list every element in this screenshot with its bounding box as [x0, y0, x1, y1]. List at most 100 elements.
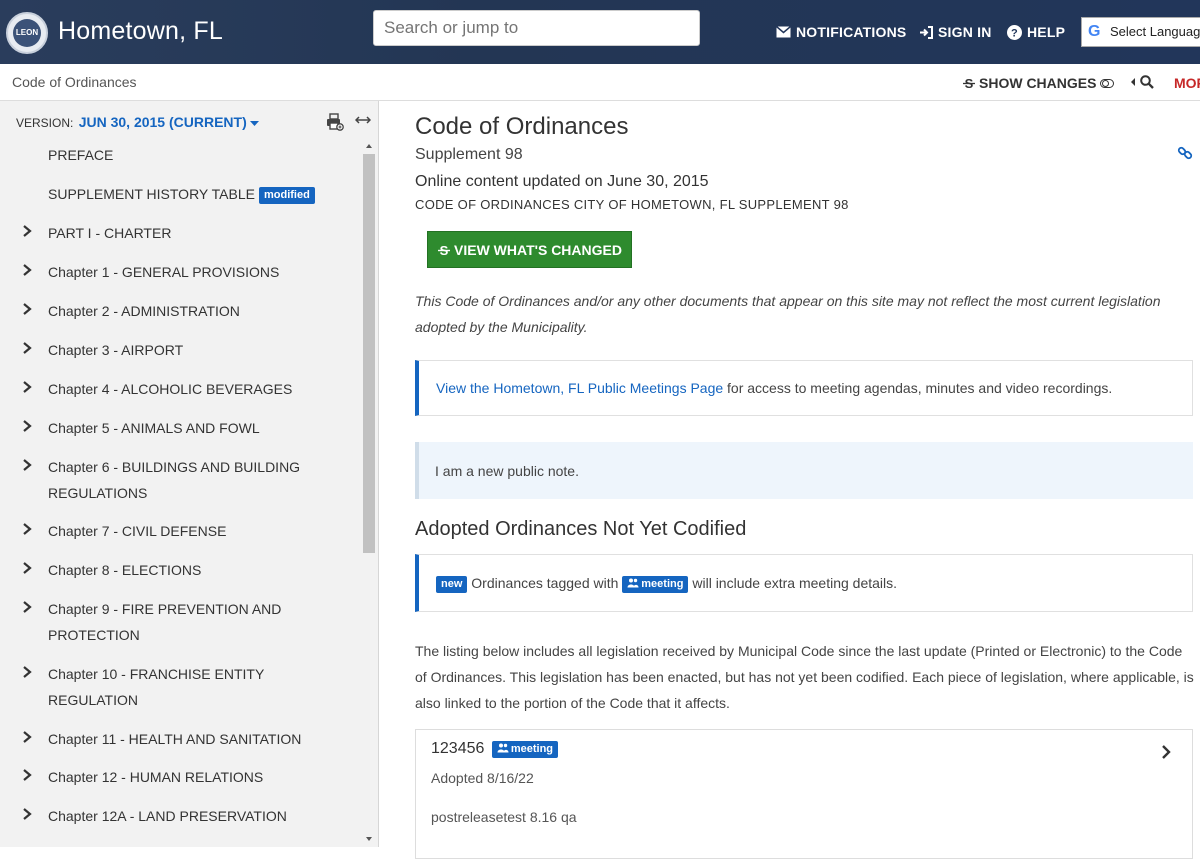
chevron-right-icon: [23, 731, 32, 743]
toc-item[interactable]: Chapter 12 - HUMAN RELATIONS: [0, 761, 360, 800]
toc-item[interactable]: Chapter 9 - FIRE PREVENTION AND PROTECTI…: [0, 593, 300, 658]
users-icon: [497, 743, 509, 753]
main-content: Code of Ordinances Supplement 98 Online …: [379, 101, 1200, 859]
toc-item-label: PART I - CHARTER: [48, 225, 172, 241]
listing-description: The listing below includes all legislati…: [415, 643, 1194, 711]
toc-item[interactable]: Chapter 11 - HEALTH AND SANITATION: [0, 723, 360, 761]
more-menu[interactable]: MORE: [1174, 75, 1200, 91]
chevron-right-icon[interactable]: [1160, 744, 1172, 760]
adopted-ordinances-heading: Adopted Ordinances Not Yet Codified: [415, 518, 747, 540]
tagged-rest-text: will include extra meeting details.: [688, 575, 898, 591]
toc-item-label: Chapter 12A - LAND PRESERVATION: [48, 808, 287, 824]
caret-down-icon: [250, 121, 260, 126]
svg-text:?: ?: [1011, 27, 1018, 39]
toc-item-label: Chapter 4 - ALCOHOLIC BEVERAGES: [48, 381, 293, 397]
toc-item-label: Chapter 5 - ANIMALS AND FOWL: [48, 420, 260, 436]
strikethrough-icon: S: [963, 76, 975, 90]
language-label: Select Language: [1110, 24, 1200, 39]
toc-item-label: SUPPLEMENT HISTORY TABLE: [48, 186, 255, 202]
toc-item[interactable]: Chapter 2 - ADMINISTRATION: [0, 295, 360, 334]
supplement-label: Supplement 98: [415, 146, 523, 163]
link-icon[interactable]: [1177, 145, 1193, 161]
expand-width-icon[interactable]: [355, 114, 371, 126]
chevron-right-icon: [23, 459, 32, 471]
toc-item[interactable]: Chapter 3 - AIRPORT: [0, 334, 360, 373]
meeting-badge: meeting: [491, 741, 559, 758]
chevron-right-icon: [23, 808, 32, 820]
chevron-right-icon: [23, 342, 32, 354]
toc-item[interactable]: Chapter 6 - BUILDINGS AND BUILDING REGUL…: [0, 451, 330, 515]
toc-item[interactable]: Chapter 4 - ALCOHOLIC BEVERAGES: [0, 373, 360, 412]
meeting-tag-callout: new Ordinances tagged with meeting will …: [415, 554, 1193, 612]
toc-item-label: Chapter 12 - HUMAN RELATIONS: [48, 769, 264, 785]
scroll-up-arrow-icon[interactable]: [366, 144, 372, 148]
toc-item-label: Chapter 2 - ADMINISTRATION: [48, 303, 240, 319]
disclaimer-text: This Code of Ordinances and/or any other…: [415, 293, 1161, 335]
help-icon: ?: [1007, 24, 1022, 40]
ordinance-number: 123456: [431, 740, 485, 757]
search-tool-button[interactable]: [1130, 75, 1154, 89]
chevron-right-icon: [23, 666, 32, 678]
search-input[interactable]: [373, 10, 700, 46]
notifications-link[interactable]: NOTIFICATIONS: [776, 24, 906, 40]
version-value: JUN 30, 2015 (CURRENT): [78, 114, 247, 130]
scrollbar-thumb[interactable]: [363, 154, 375, 553]
code-subtitle: CODE OF ORDINANCES CITY OF HOMETOWN, FL …: [415, 197, 849, 212]
chevron-right-icon: [23, 264, 32, 276]
chevron-right-icon: [23, 769, 32, 781]
view-whats-changed-button[interactable]: S VIEW WHAT'S CHANGED: [427, 231, 632, 268]
modified-badge: modified: [258, 187, 315, 204]
strikethrough-icon: S: [438, 243, 451, 257]
toc-item-label: Chapter 7 - CIVIL DEFENSE: [48, 523, 227, 539]
chevron-right-icon: [23, 601, 32, 613]
toc-item[interactable]: Chapter 5 - ANIMALS AND FOWL: [0, 412, 360, 451]
site-title[interactable]: Hometown, FL: [58, 17, 223, 46]
updated-date: Online content updated on June 30, 2015: [415, 173, 709, 190]
sub-toolbar: Code of Ordinances S SHOW CHANGES MORE: [0, 64, 1200, 101]
version-prefix: VERSION:: [16, 116, 74, 130]
print-icon[interactable]: [326, 113, 344, 131]
toc-scrollbar[interactable]: [362, 140, 376, 847]
chevron-right-icon: [23, 523, 32, 535]
toc-item[interactable]: PREFACE: [0, 139, 360, 178]
chevron-right-icon: [23, 225, 32, 237]
toc-item[interactable]: Chapter 8 - ELECTIONS: [0, 554, 360, 593]
signin-label: SIGN IN: [938, 24, 992, 40]
toc-item-label: Chapter 10 - FRANCHISE ENTITY REGULATION: [48, 666, 265, 708]
tagged-text: Ordinances tagged with: [467, 575, 623, 591]
version-selector[interactable]: VERSION: JUN 30, 2015 (CURRENT): [16, 114, 260, 130]
toc-item-label: Chapter 11 - HEALTH AND SANITATION: [48, 731, 302, 747]
new-badge: new: [436, 576, 468, 593]
envelope-icon: [776, 26, 791, 38]
meetings-callout: View the Hometown, FL Public Meetings Pa…: [415, 360, 1193, 416]
toc-item[interactable]: PART I - CHARTER: [0, 217, 360, 256]
show-changes-label: SHOW CHANGES: [979, 75, 1097, 91]
meeting-badge-label: meeting: [641, 578, 684, 590]
ordinance-card[interactable]: 123456 meeting Adopted 8/16/22 postrelea…: [415, 729, 1193, 859]
view-whats-changed-label: VIEW WHAT'S CHANGED: [454, 241, 622, 258]
breadcrumb[interactable]: Code of Ordinances: [12, 74, 137, 90]
toc-item[interactable]: Chapter 7 - CIVIL DEFENSE: [0, 515, 360, 554]
ordinance-adopted-date: Adopted 8/16/22: [431, 770, 534, 786]
help-link[interactable]: ? HELP: [1007, 24, 1065, 40]
show-changes-toggle[interactable]: S SHOW CHANGES: [962, 75, 1115, 91]
toc-item[interactable]: SUPPLEMENT HISTORY TABLE modified: [0, 178, 360, 217]
toc-item-label: Chapter 8 - ELECTIONS: [48, 562, 202, 578]
toc-item-label: PREFACE: [48, 147, 114, 163]
chevron-right-icon: [23, 562, 32, 574]
toc-item[interactable]: Chapter 1 - GENERAL PROVISIONS: [0, 256, 360, 295]
toc-item[interactable]: Chapter 12A - LAND PRESERVATION: [0, 800, 360, 839]
city-seal-logo[interactable]: LEON: [6, 12, 48, 54]
scroll-down-arrow-icon[interactable]: [366, 837, 372, 841]
public-meetings-link[interactable]: View the Hometown, FL Public Meetings Pa…: [436, 380, 723, 396]
signin-link[interactable]: SIGN IN: [919, 24, 992, 40]
ordinance-description: postreleasetest 8.16 qa: [431, 809, 577, 825]
sign-in-icon: [920, 25, 933, 39]
chevron-right-icon: [23, 381, 32, 393]
toc-item[interactable]: Chapter 10 - FRANCHISE ENTITY REGULATION: [0, 658, 300, 723]
toc-item-label: Chapter 6 - BUILDINGS AND BUILDING REGUL…: [48, 459, 301, 501]
toggle-icon: [1100, 78, 1115, 88]
language-select[interactable]: G Select Language: [1081, 17, 1200, 47]
toc-list: PREFACE SUPPLEMENT HISTORY TABLE modified…: [0, 139, 360, 839]
public-note: I am a new public note.: [415, 442, 1193, 499]
